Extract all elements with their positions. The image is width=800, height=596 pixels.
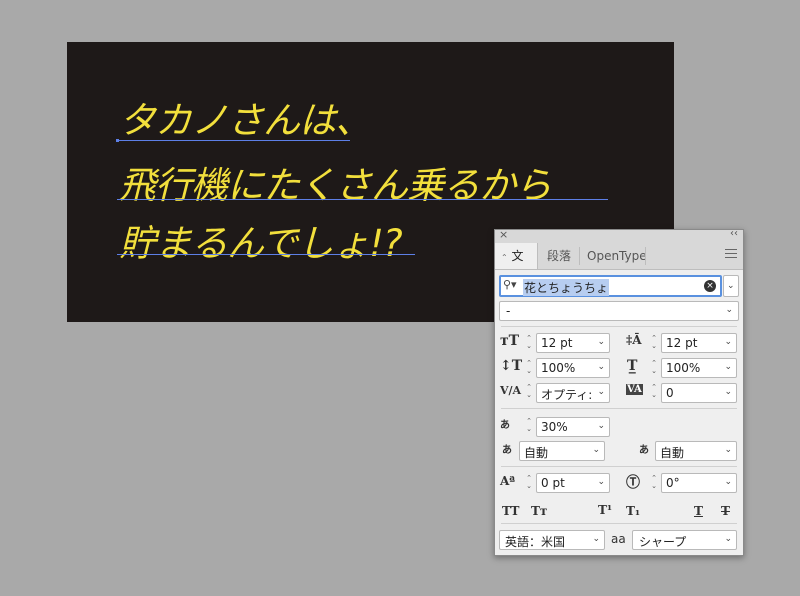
font-family-value[interactable]: 花とちょうちょ [523, 279, 610, 296]
baseline-shift-icon: Aª [500, 474, 516, 488]
art-text-line-2[interactable]: 飛行機にたくさん乗るから [119, 162, 552, 210]
font-style-value: - [506, 304, 511, 318]
font-size-stepper[interactable]: ⌃ ⌄ [525, 334, 533, 352]
text-baseline-3 [117, 254, 415, 255]
close-icon[interactable]: × [499, 228, 508, 241]
horizontal-scale-value: 100% [666, 361, 701, 375]
search-icon[interactable]: ⚲▾ [503, 278, 517, 291]
chevron-down-icon: ⌄ [597, 337, 605, 347]
strikethrough-icon[interactable]: T [721, 504, 730, 518]
chevron-down-icon: ⌄ [724, 387, 732, 397]
updown-arrows-icon: ⌃ [501, 253, 508, 262]
small-caps-icon[interactable]: Tт [531, 504, 547, 518]
panel-tabs: ⌃ 文字 段落 OpenType [495, 243, 743, 291]
tsume-field[interactable]: 30% ⌄ [536, 417, 610, 437]
rotation-field[interactable]: 0° ⌄ [661, 473, 737, 493]
antialias-value: シャープ [639, 535, 687, 549]
art-text-line-1[interactable]: タカノさんは、 [119, 97, 372, 145]
chevron-down-icon: ⌄ [592, 534, 600, 544]
horizontal-scale-stepper[interactable]: ⌃ ⌄ [650, 359, 658, 377]
rotation-value: 0° [666, 476, 680, 490]
vertical-scale-stepper[interactable]: ⌃ ⌄ [525, 359, 533, 377]
chevron-down-icon: ⌄ [724, 362, 732, 372]
language-select[interactable]: 英語：米国 ⌄ [499, 530, 605, 550]
rotation-icon: Ⓣ [626, 475, 640, 491]
rotation-stepper[interactable]: ⌃ ⌄ [650, 474, 658, 492]
baseline-shift-stepper[interactable]: ⌃ ⌄ [525, 474, 533, 492]
tsume-stepper[interactable]: ⌃ ⌄ [525, 417, 533, 435]
aki-right-select[interactable]: 自動 ⌄ [655, 441, 737, 461]
chevron-down-icon: ⌄ [727, 281, 735, 291]
font-size-field[interactable]: 12 pt ⌄ [536, 333, 610, 353]
divider [501, 326, 737, 327]
chevron-down-icon: ⌄ [597, 477, 605, 487]
font-family-field[interactable]: ⚲▾ 花とちょうちょ × [499, 275, 722, 297]
language-value: 英語：米国 [505, 535, 566, 549]
aki-right-value: 自動 [660, 446, 685, 460]
aki-left-select[interactable]: 自動 ⌄ [519, 441, 605, 461]
clear-icon[interactable]: × [704, 280, 716, 292]
tab-opentype[interactable]: OpenType [581, 243, 653, 269]
chevron-down-icon: ⌄ [724, 477, 732, 487]
character-panel: × ‹‹ ⌃ 文字 段落 OpenType ⚲▾ 花とちょうちょ × ⌄ - ⌄… [494, 228, 744, 556]
text-baseline-1 [117, 140, 350, 141]
leading-value: 12 pt [666, 336, 698, 350]
aki-left-icon: あ [502, 445, 512, 456]
vertical-scale-value: 100% [541, 361, 576, 375]
kerning-stepper[interactable]: ⌃ ⌄ [525, 383, 533, 401]
panel-menu-icon[interactable] [725, 249, 737, 261]
chevron-down-icon: ⌄ [597, 387, 605, 397]
panel-titlebar[interactable]: × ‹‹ [495, 228, 743, 243]
leading-icon: ‡Ā [626, 333, 642, 347]
tracking-stepper[interactable]: ⌃ ⌄ [650, 383, 658, 401]
art-text-line-3[interactable]: 貯まるんでしょ!? [119, 220, 403, 268]
font-size-icon: ᴛT [500, 333, 520, 349]
aki-left-value: 自動 [524, 446, 549, 460]
chevron-down-icon: ⌄ [724, 534, 732, 544]
horizontal-scale-field[interactable]: 100% ⌄ [661, 358, 737, 378]
tab-divider [645, 247, 646, 265]
baseline-shift-value: 0 pt [541, 476, 565, 490]
tab-paragraph[interactable]: 段落 [541, 243, 577, 269]
tab-character[interactable]: ⌃ 文字 [495, 243, 538, 291]
chevron-down-icon: ⌄ [725, 305, 733, 315]
kerning-field[interactable]: オプティ: ⌄ [536, 383, 610, 403]
leading-stepper[interactable]: ⌃ ⌄ [650, 334, 658, 352]
font-family-dropdown-button[interactable]: ⌄ [723, 275, 739, 297]
aki-right-icon: あ [639, 445, 649, 456]
tracking-icon: VA [626, 384, 643, 395]
subscript-icon[interactable]: T₁ [626, 504, 640, 518]
all-caps-icon[interactable]: TT [502, 504, 519, 518]
chevron-down-icon: ⌄ [597, 421, 605, 431]
leading-field[interactable]: 12 pt ⌄ [661, 333, 737, 353]
antialias-icon: aa [611, 532, 626, 546]
superscript-icon[interactable]: T¹ [598, 503, 612, 517]
divider [501, 523, 737, 524]
chevron-down-icon: ⌄ [592, 445, 600, 455]
chevron-down-icon: ⌄ [724, 445, 732, 455]
text-anchor-point[interactable] [116, 139, 119, 142]
divider [501, 466, 737, 467]
divider [501, 408, 737, 409]
kerning-value: オプティ: [541, 388, 593, 402]
baseline-shift-field[interactable]: 0 pt ⌄ [536, 473, 610, 493]
antialias-select[interactable]: シャープ ⌄ [632, 530, 737, 550]
tracking-field[interactable]: 0 ⌄ [661, 383, 737, 403]
vertical-scale-icon: ↕T [500, 358, 523, 374]
font-style-select[interactable]: - ⌄ [499, 301, 739, 321]
tracking-value: 0 [666, 386, 674, 400]
text-baseline-2 [117, 199, 608, 200]
vertical-scale-field[interactable]: 100% ⌄ [536, 358, 610, 378]
underline-icon[interactable]: T [694, 504, 703, 518]
horizontal-scale-icon: T̲ [627, 358, 638, 374]
tsume-value: 30% [541, 420, 568, 434]
tab-divider [579, 247, 580, 265]
chevron-down-icon: ⌄ [597, 362, 605, 372]
font-size-value: 12 pt [541, 336, 573, 350]
tsume-icon: あ [500, 420, 510, 431]
chevron-down-icon: ⌄ [724, 337, 732, 347]
kerning-icon: V/A [500, 384, 522, 397]
collapse-icon[interactable]: ‹‹ [730, 228, 738, 239]
